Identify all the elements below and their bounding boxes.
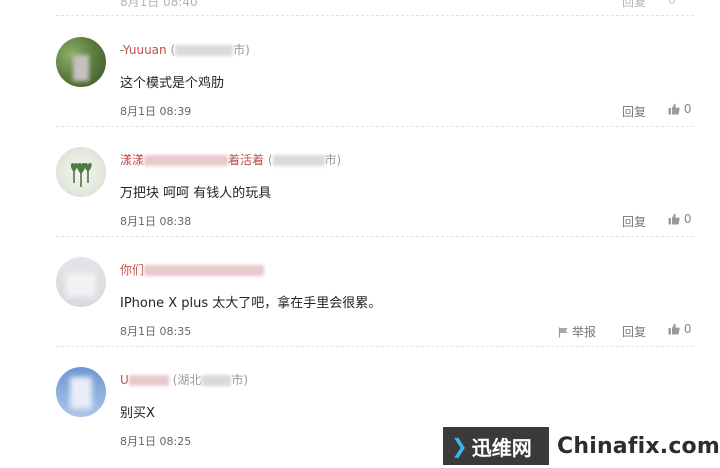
- comment-text: 别买X: [120, 406, 155, 421]
- comment-text: 这个模式是个鸡肋: [120, 76, 225, 91]
- comment-time: 8月1日 08:40: [120, 0, 198, 9]
- avatar[interactable]: [56, 257, 106, 307]
- comment-text: IPhone X plus 太大了吧，拿在手里会很累。: [120, 296, 382, 311]
- watermark-en: Chinafix.com: [557, 433, 720, 459]
- like-button[interactable]: 0: [668, 102, 691, 116]
- previous-comment-footer: 8月1日 08:40 回复 0: [0, 0, 720, 16]
- author-name[interactable]: U: [120, 373, 173, 387]
- comment-author[interactable]: -Yuuuan (市): [120, 41, 250, 58]
- author-location: (市): [170, 43, 250, 57]
- avatar[interactable]: [56, 367, 106, 417]
- comment-item: -Yuuuan (市) 这个模式是个鸡肋 8月1日 08:39 回复 0: [0, 17, 720, 127]
- like-button[interactable]: 0: [668, 322, 691, 336]
- comment-time: 8月1日 08:39: [120, 105, 192, 118]
- like-count: 0: [683, 212, 692, 226]
- comment-time: 8月1日 08:38: [120, 215, 192, 228]
- author-location: (湖北 市): [172, 373, 248, 387]
- like-button[interactable]: 0: [668, 0, 676, 7]
- divider: [56, 15, 694, 16]
- comment-time: 8月1日 08:25: [120, 435, 192, 448]
- watermark-badge: ❯ 迅维网: [443, 427, 549, 465]
- comment-author[interactable]: 漾漾 着活着 (市): [120, 151, 341, 168]
- watermark-logo: ❯ 迅维网 Chinafix.com: [443, 424, 720, 468]
- reply-button[interactable]: 回复: [622, 103, 646, 120]
- comment-time: 8月1日 08:35: [120, 325, 192, 338]
- thumbs-up-icon: [668, 323, 680, 335]
- author-name[interactable]: 漾漾 着活着: [120, 153, 268, 167]
- report-button[interactable]: 举报: [558, 323, 596, 340]
- author-location: (市): [267, 153, 342, 167]
- comment-text: 万把块 呵呵 有钱人的玩具: [120, 186, 272, 201]
- like-count: 0: [683, 102, 692, 116]
- like-button[interactable]: 0: [668, 212, 691, 226]
- report-label: 举报: [572, 325, 597, 339]
- arrow-icon: ❯: [451, 434, 468, 458]
- like-count: 0: [668, 0, 676, 7]
- author-name[interactable]: -Yuuuan: [120, 43, 167, 57]
- avatar[interactable]: [56, 147, 106, 197]
- like-count: 0: [683, 322, 692, 336]
- author-name[interactable]: 你们: [120, 263, 265, 277]
- comment-item: 漾漾 着活着 (市) 万把块 呵呵 有钱人的玩具 8月1日 08:38 回复 0: [0, 127, 720, 237]
- flag-icon: [558, 327, 568, 338]
- reply-button[interactable]: 回复: [622, 323, 646, 340]
- reply-button[interactable]: 回复: [622, 0, 646, 10]
- thumbs-up-icon: [668, 103, 680, 115]
- comment-item: 你们 IPhone X plus 太大了吧，拿在手里会很累。 8月1日 08:3…: [0, 237, 720, 347]
- comment-author[interactable]: U (湖北 市): [120, 371, 248, 388]
- watermark-cn: 迅维网: [471, 435, 532, 460]
- plant-heart-icon: [70, 163, 92, 187]
- avatar[interactable]: [56, 37, 106, 87]
- thumbs-up-icon: [668, 213, 680, 225]
- reply-button[interactable]: 回复: [622, 213, 646, 230]
- comment-author[interactable]: 你们: [120, 261, 265, 278]
